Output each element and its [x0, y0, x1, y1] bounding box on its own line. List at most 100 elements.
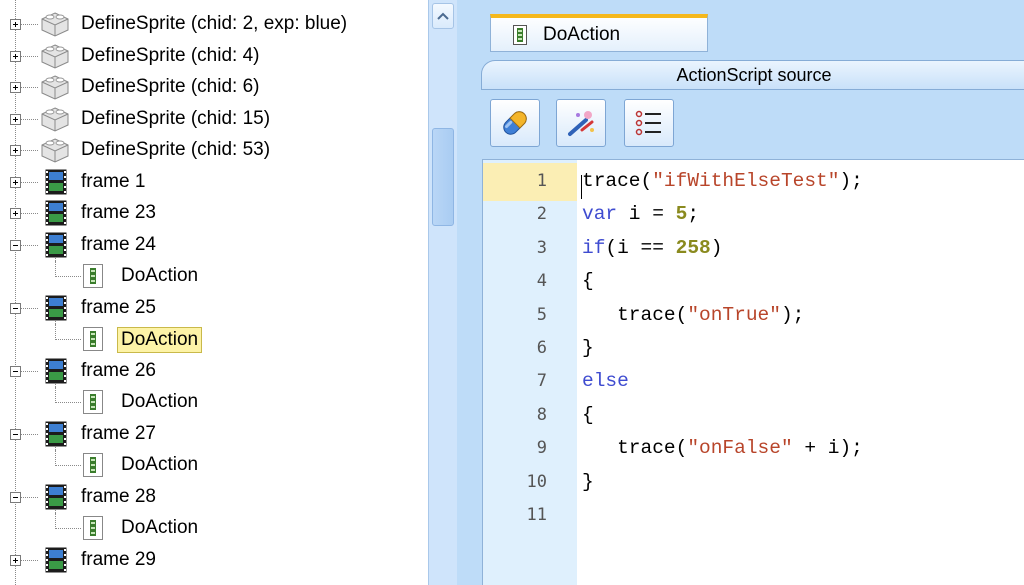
tree-node-label[interactable]: frame 25 — [81, 296, 156, 320]
sprite-icon — [40, 74, 70, 105]
section-title: ActionScript source — [676, 65, 832, 85]
tree-node[interactable]: DefineSprite (chid: 4) — [0, 41, 428, 72]
tree-node[interactable]: DefineSprite (chid: 6) — [0, 72, 428, 103]
code-line[interactable]: trace("ifWithElseTest"); — [582, 165, 863, 198]
frame-icon — [45, 484, 67, 515]
tree-node[interactable]: frame 29 — [0, 545, 428, 576]
doaction-icon — [83, 327, 103, 356]
sprite-icon — [40, 43, 70, 74]
collapse-icon[interactable] — [10, 428, 21, 440]
tree-node-label[interactable]: frame 24 — [81, 233, 156, 257]
code-line[interactable]: var i = 5; — [582, 198, 699, 231]
code-token: ); — [780, 303, 805, 326]
tree-node-label[interactable]: DefineSprite (chid: 4) — [81, 44, 259, 68]
doaction-icon — [83, 390, 103, 419]
tree-node-label[interactable]: DoAction — [121, 453, 198, 477]
code-editor[interactable]: 1 2 3 4 5 6 7 8 9 10 11 trace("ifWithElseTest"); var… — [482, 159, 1024, 585]
frame-icon — [45, 169, 67, 200]
list-icon — [635, 110, 661, 136]
tree-node[interactable]: frame 25 — [0, 293, 428, 338]
tree-node[interactable]: frame 24 — [0, 230, 428, 275]
expand-icon[interactable] — [10, 145, 21, 156]
line-number: 10 — [526, 471, 547, 492]
tree-connector — [55, 339, 81, 340]
tree-node-label[interactable]: DefineSprite (chid: 2, exp: blue) — [81, 12, 347, 36]
doaction-icon — [83, 516, 103, 545]
tree-child-node[interactable]: DoAction — [0, 324, 428, 355]
tree-node[interactable]: DefineSprite (chid: 15) — [0, 104, 428, 135]
tree-node-label[interactable]: frame 28 — [81, 485, 156, 509]
tree-node-label-selected[interactable]: DoAction — [117, 327, 203, 353]
collapse-icon[interactable] — [10, 365, 21, 377]
expand-icon[interactable] — [10, 82, 21, 93]
line-number: 3 — [536, 237, 547, 258]
code-token: trace( — [582, 303, 688, 326]
code-token: { — [582, 270, 594, 293]
code-string: "onTrue" — [687, 303, 781, 326]
tree-child-node[interactable]: DoAction — [0, 261, 428, 292]
tree-node-label[interactable]: frame 27 — [81, 422, 156, 446]
tree-connector — [55, 528, 81, 529]
tree-node[interactable]: DefineSprite (chid: 2, exp: blue) — [0, 9, 428, 40]
deobfuscate-button[interactable] — [490, 99, 540, 147]
doaction-icon — [83, 264, 103, 293]
tree-node[interactable]: frame 28 — [0, 482, 428, 527]
tree-node-label[interactable]: DefineSprite (chid: 15) — [81, 107, 270, 131]
list-button[interactable] — [624, 99, 674, 147]
code-keyword: if — [582, 236, 606, 259]
scroll-up-button[interactable] — [432, 3, 454, 29]
tab-label: DoAction — [543, 23, 621, 45]
code-token: ) — [710, 236, 723, 259]
tree-node-label[interactable]: DoAction — [121, 390, 198, 414]
expand-icon[interactable] — [10, 176, 21, 188]
collapse-icon[interactable] — [10, 491, 21, 503]
code-line[interactable]: trace("onFalse" + i); — [582, 432, 863, 465]
code-keyword: else — [582, 370, 629, 393]
code-token: ; — [687, 203, 700, 226]
collapse-icon[interactable] — [10, 239, 21, 251]
scroll-thumb[interactable] — [432, 128, 454, 226]
code-token: + i); — [792, 437, 863, 460]
tree-node-label[interactable]: frame 26 — [81, 359, 156, 383]
tree-scrollbar[interactable] — [428, 0, 457, 585]
line-number: 9 — [536, 438, 547, 459]
expand-icon[interactable] — [10, 50, 21, 62]
code-line[interactable]: { — [582, 265, 594, 298]
expand-icon[interactable] — [10, 208, 21, 219]
tree-node-label[interactable]: frame 29 — [81, 548, 156, 572]
code-string: "ifWithElseTest" — [652, 170, 840, 192]
code-line[interactable]: } — [582, 332, 594, 365]
tree-node[interactable]: DefineSprite (chid: 53) — [0, 135, 428, 166]
tree-node[interactable]: frame 1 — [0, 167, 428, 198]
line-number: 8 — [536, 404, 547, 425]
tree-node[interactable]: frame 23 — [0, 198, 428, 229]
expand-icon[interactable] — [10, 554, 21, 566]
tree-node-label[interactable]: DoAction — [121, 516, 198, 540]
tree-node[interactable]: frame 27 — [0, 419, 428, 464]
tab-doaction[interactable]: DoAction — [490, 14, 708, 52]
tree-child-node[interactable]: DoAction — [0, 513, 428, 544]
code-line[interactable]: { — [582, 399, 594, 432]
tree-node-label[interactable]: DoAction — [121, 264, 198, 288]
tree-node-label[interactable]: frame 23 — [81, 201, 156, 225]
code-line[interactable]: } — [582, 466, 594, 499]
tree-child-node[interactable]: DoAction — [0, 387, 428, 418]
code-number: 258 — [675, 236, 711, 259]
tree-node-label[interactable]: frame 1 — [81, 170, 145, 194]
code-line[interactable]: else — [582, 365, 629, 398]
expand-icon[interactable] — [10, 19, 21, 30]
frame-icon — [45, 358, 67, 389]
line-number: 1 — [536, 171, 547, 191]
tree-child-node[interactable]: DoAction — [0, 450, 428, 481]
tree-node[interactable]: frame 26 — [0, 356, 428, 401]
collapse-icon[interactable] — [10, 302, 21, 314]
wand-button[interactable] — [556, 99, 606, 147]
tree-node-label[interactable]: DefineSprite (chid: 6) — [81, 75, 259, 99]
code-line[interactable]: if(i == 258) — [582, 232, 722, 265]
line-number: 2 — [536, 204, 547, 225]
tag-tree[interactable]: DefineSprite (chid: 2, exp: blue) DefineS… — [0, 0, 428, 585]
code-token: i = — [617, 203, 676, 226]
code-line[interactable]: trace("onTrue"); — [582, 299, 804, 332]
expand-icon[interactable] — [10, 113, 21, 125]
tree-node-label[interactable]: DefineSprite (chid: 53) — [81, 138, 270, 162]
